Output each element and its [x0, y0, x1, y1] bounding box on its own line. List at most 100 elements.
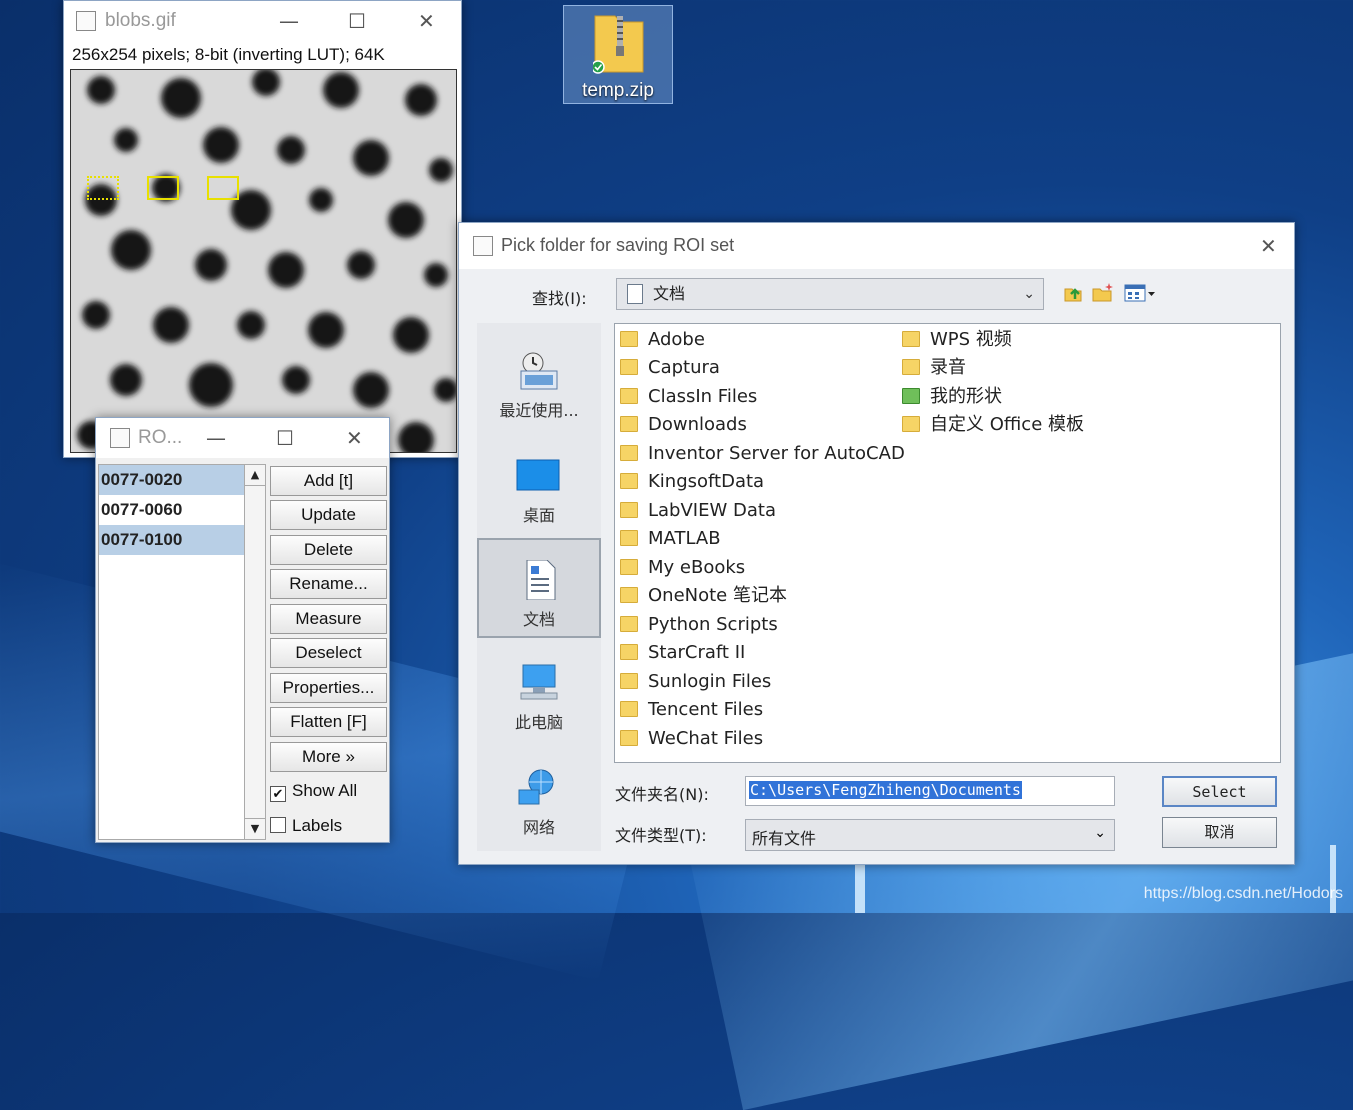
folder-item[interactable]: MATLAB	[615, 525, 721, 553]
place-network[interactable]: 网络	[477, 748, 601, 848]
image-window-titlebar[interactable]: blobs.gif — ☐ ✕	[64, 1, 461, 41]
place-documents[interactable]: 文档	[477, 538, 601, 638]
folder-item[interactable]: Inventor Server for AutoCAD	[615, 440, 905, 468]
properties-button[interactable]: Properties...	[270, 673, 387, 703]
java-app-icon	[110, 428, 130, 448]
roi-list[interactable]: 0077-0020 0077-0060 0077-0100	[98, 464, 245, 840]
roi-list-item[interactable]: 0077-0100	[99, 525, 244, 555]
close-button[interactable]: ✕	[346, 426, 363, 450]
maximize-button[interactable]: ☐	[348, 9, 366, 33]
maximize-button[interactable]: ☐	[276, 426, 294, 450]
roi-rectangle[interactable]	[147, 176, 179, 200]
folder-item[interactable]: WPS 视频	[897, 326, 1012, 354]
folder-list[interactable]: Adobe Captura ClassIn Files Downloads In…	[614, 323, 1281, 763]
look-in-dropdown[interactable]: 文档 ⌄	[616, 278, 1044, 310]
flatten-button[interactable]: Flatten [F]	[270, 707, 387, 737]
folder-item[interactable]: OneNote 笔记本	[615, 582, 787, 610]
image-window-title: blobs.gif	[105, 10, 176, 31]
folder-icon	[620, 416, 638, 432]
minimize-button[interactable]: —	[206, 426, 226, 450]
folder-icon	[620, 644, 638, 660]
folder-item[interactable]: WeChat Files	[615, 725, 763, 753]
recent-items-icon	[520, 352, 558, 390]
folder-item[interactable]: Tencent Files	[615, 696, 763, 724]
java-app-icon	[76, 11, 96, 31]
image-canvas[interactable]	[70, 69, 457, 453]
view-menu-icon[interactable]	[1122, 281, 1158, 307]
folder-item[interactable]: StarCraft II	[615, 639, 745, 667]
folder-item[interactable]: 录音	[897, 354, 966, 382]
folder-item[interactable]: Python Scripts	[615, 611, 778, 639]
folder-icon	[902, 331, 920, 347]
folder-item[interactable]: LabVIEW Data	[615, 497, 776, 525]
folder-name: OneNote 笔记本	[648, 585, 787, 606]
close-button[interactable]: ✕	[1260, 234, 1277, 258]
up-one-level-icon[interactable]	[1060, 281, 1086, 307]
folder-name: Python Scripts	[648, 614, 778, 635]
folder-name-label: 文件夹名(N):	[615, 785, 709, 804]
close-button[interactable]: ✕	[418, 9, 435, 33]
roi-list-scrollbar[interactable]: ▲ ▼	[244, 464, 266, 840]
folder-name: LabVIEW Data	[648, 500, 776, 521]
image-window[interactable]: blobs.gif — ☐ ✕ 256x254 pixels; 8-bit (i…	[63, 0, 462, 458]
place-desktop[interactable]: 桌面	[477, 436, 601, 536]
watermark: https://blog.csdn.net/Hodors	[1143, 885, 1343, 902]
checkbox-empty-icon	[270, 817, 286, 833]
add-button[interactable]: Add [t]	[270, 466, 387, 496]
scroll-up-arrow-icon[interactable]: ▲	[245, 465, 265, 486]
folder-icon	[620, 616, 638, 632]
dialog-titlebar[interactable]: Pick folder for saving ROI set ✕	[459, 223, 1294, 269]
roi-manager-window[interactable]: RO... — ☐ ✕ 0077-0020 0077-0060 0077-010…	[95, 417, 390, 843]
labels-checkbox[interactable]: Labels	[270, 813, 342, 839]
folder-name: Inventor Server for AutoCAD	[648, 443, 905, 464]
folder-item[interactable]: Sunlogin Files	[615, 668, 771, 696]
roi-manager-titlebar[interactable]: RO... — ☐ ✕	[96, 418, 389, 458]
folder-name-input[interactable]: C:\Users\FengZhiheng\Documents	[745, 776, 1115, 806]
folder-item[interactable]: Adobe	[615, 326, 705, 354]
file-type-dropdown[interactable]: 所有文件 ⌄	[745, 819, 1115, 851]
deselect-button[interactable]: Deselect	[270, 638, 387, 668]
folder-name: Captura	[648, 357, 720, 378]
minimize-button[interactable]: —	[279, 9, 299, 33]
folder-item[interactable]: 自定义 Office 模板	[897, 411, 1084, 439]
folder-icon	[620, 530, 638, 546]
zip-folder-icon	[593, 15, 644, 74]
delete-button[interactable]: Delete	[270, 535, 387, 565]
folder-item[interactable]: My eBooks	[615, 554, 745, 582]
roi-rectangle[interactable]	[207, 176, 239, 200]
rename-button[interactable]: Rename...	[270, 569, 387, 599]
desktop-icon-temp-zip[interactable]: temp.zip	[563, 5, 673, 104]
folder-item[interactable]: ClassIn Files	[615, 383, 757, 411]
folder-name: 我的形状	[930, 386, 1002, 407]
folder-name: Downloads	[648, 414, 747, 435]
roi-list-item[interactable]: 0077-0020	[99, 465, 244, 495]
folder-name: WeChat Files	[648, 728, 764, 749]
pick-folder-dialog[interactable]: Pick folder for saving ROI set ✕ 查找(I): …	[458, 222, 1295, 865]
folder-icon	[620, 473, 638, 489]
folder-item[interactable]: 我的形状	[897, 383, 1002, 411]
cancel-button[interactable]: 取消	[1162, 817, 1277, 848]
place-this-pc[interactable]: 此电脑	[477, 643, 601, 743]
show-all-checkbox[interactable]: ✔ Show All	[270, 778, 357, 804]
measure-button[interactable]: Measure	[270, 604, 387, 634]
select-button[interactable]: Select	[1162, 776, 1277, 807]
document-icon	[627, 284, 643, 304]
network-globe-icon	[518, 769, 554, 805]
place-recent[interactable]: 最近使用...	[477, 331, 601, 431]
chevron-down-icon: ⌄	[1094, 825, 1106, 841]
update-button[interactable]: Update	[270, 500, 387, 530]
roi-rectangle-selected[interactable]	[87, 176, 119, 200]
shapes-folder-icon	[902, 388, 920, 404]
blobs-image	[71, 70, 456, 452]
scroll-down-arrow-icon[interactable]: ▼	[245, 818, 265, 839]
roi-list-item[interactable]: 0077-0060	[99, 495, 244, 525]
new-folder-icon[interactable]	[1090, 281, 1116, 307]
folder-icon	[902, 416, 920, 432]
folder-item[interactable]: Captura	[615, 354, 720, 382]
java-app-icon	[473, 236, 493, 256]
more-button[interactable]: More »	[270, 742, 387, 772]
folder-item[interactable]: KingsoftData	[615, 468, 764, 496]
place-label: 文档	[522, 610, 555, 629]
documents-icon	[526, 560, 556, 600]
folder-item[interactable]: Downloads	[615, 411, 747, 439]
